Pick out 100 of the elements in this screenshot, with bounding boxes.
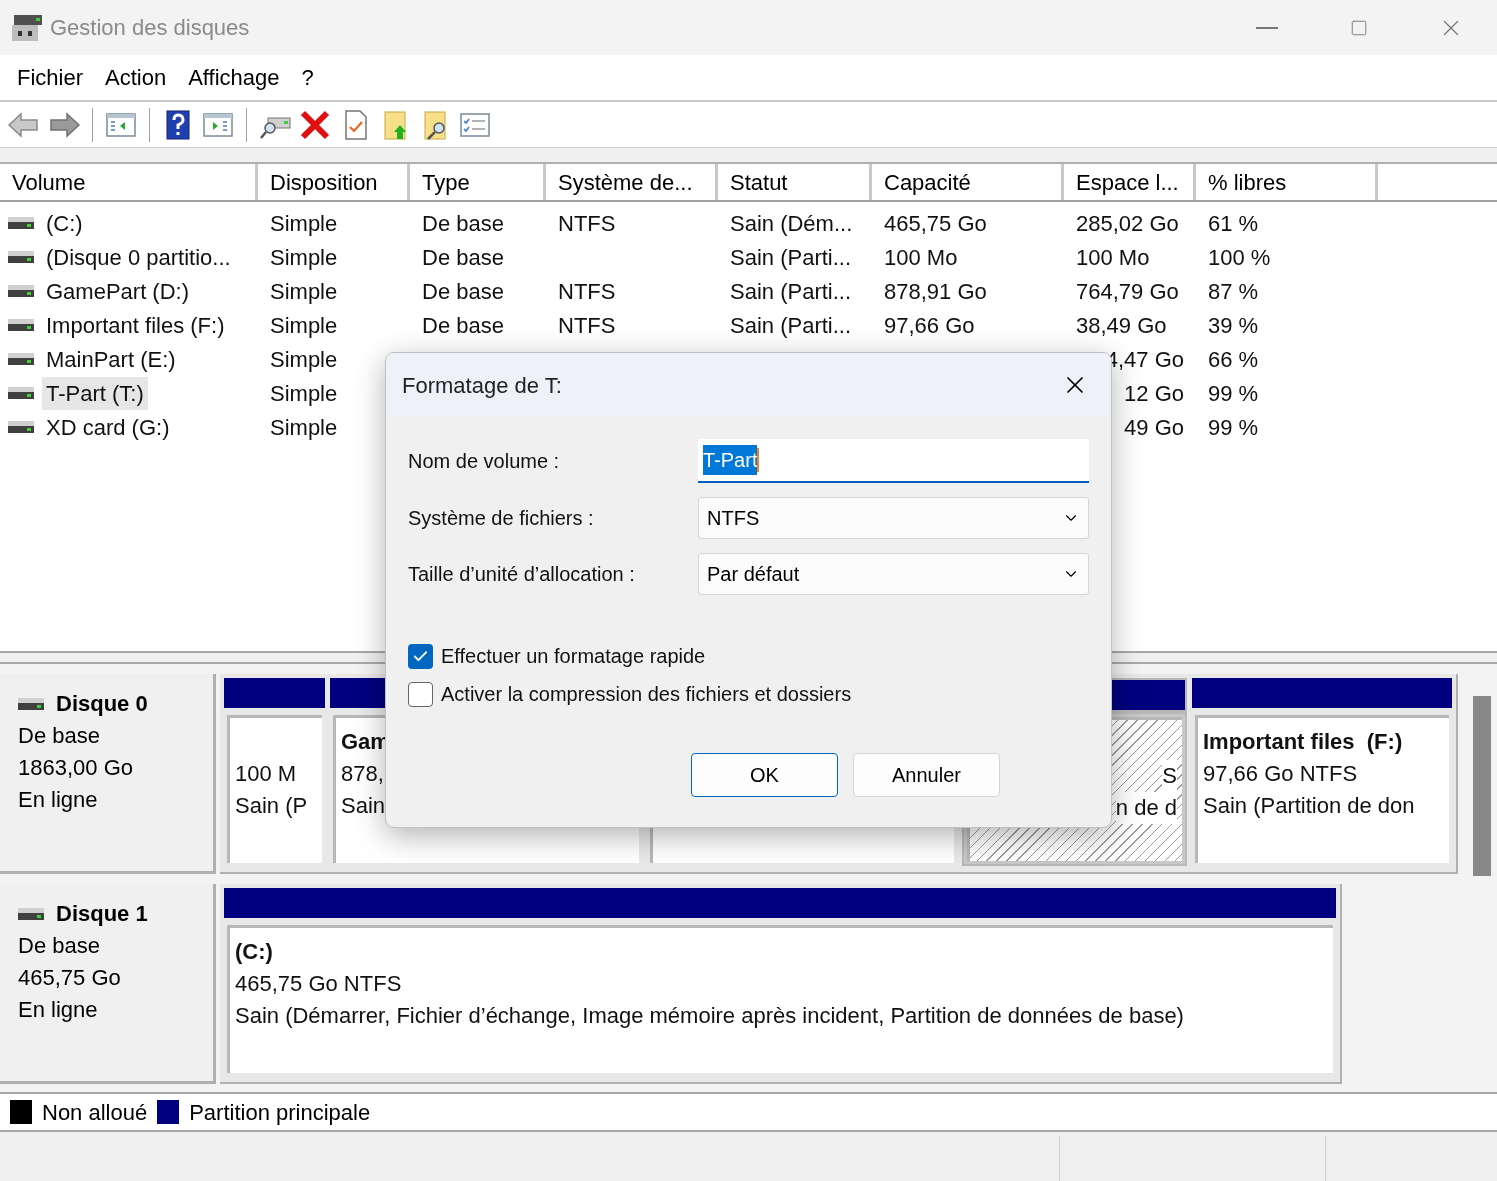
table-cell-text: 97,66 Go <box>884 311 975 340</box>
partition-detail: n de d <box>1115 792 1177 824</box>
drive-icon <box>8 251 34 263</box>
app-icon <box>10 12 44 43</box>
column-header[interactable]: Système de... <box>546 164 718 200</box>
table-cell-text: 100 Mo <box>1076 243 1150 272</box>
table-cell-text: 100 % <box>1208 243 1271 272</box>
table-cell-text: 61 % <box>1208 209 1259 238</box>
partition-detail: Sain (P <box>235 792 309 820</box>
table-cell-text: 39 % <box>1208 311 1259 340</box>
column-header[interactable]: Volume <box>0 164 258 200</box>
table-cell-text: 764,79 Go <box>1076 277 1179 306</box>
checkbox[interactable] <box>408 681 433 707</box>
partition-detail: Sain <box>341 792 387 820</box>
table-cell-text: 38,49 Go <box>1076 311 1167 340</box>
table-cell-text: 87 % <box>1208 277 1259 306</box>
table-cell-text: 465,75 Go <box>884 209 987 238</box>
table-cell-text: Simple <box>270 277 338 306</box>
disk-icon <box>18 908 44 920</box>
partition-title: Important files (F:) <box>1203 729 1403 754</box>
partition-detail: 97,66 Go NTFS <box>1203 760 1359 788</box>
partition-detail: 878, <box>341 760 385 788</box>
checkbox-label: Effectuer un formatage rapide <box>441 644 706 669</box>
drive-icon <box>8 217 34 229</box>
dropdown[interactable]: NTFS <box>698 497 1089 539</box>
drive-icon <box>8 285 34 297</box>
column-header[interactable]: Capacité <box>872 164 1064 200</box>
disk-detail: 1863,00 Go <box>18 754 134 782</box>
partition-detail: 465,75 Go NTFS <box>235 970 403 998</box>
table-cell-text: 100 Mo <box>884 243 958 272</box>
partition-detail: Sain (Partition de don <box>1203 792 1416 820</box>
field-label: Système de fichiers : <box>408 506 595 531</box>
column-header[interactable]: Espace l... <box>1064 164 1196 200</box>
table-cell[interactable]: (C:) <box>42 206 87 240</box>
legend-label: Non alloué <box>42 1098 148 1127</box>
checkbox-label: Activer la compression des fichiers et dossiers <box>441 682 852 707</box>
table-cell-text: Simple <box>270 209 338 238</box>
disk-detail: 465,75 Go <box>18 964 122 992</box>
table-cell-text: NTFS <box>558 311 616 340</box>
table-cell-text: Sain (Dém... <box>730 209 853 238</box>
table-cell[interactable]: MainPart (E:) <box>42 342 180 376</box>
disk-info-panel[interactable]: Disque 1 De base 465,75 Go En ligne <box>0 884 216 1084</box>
field-label: Taille d’unité d’allocation : <box>408 562 636 587</box>
table-cell-text: 12 Go <box>1124 379 1184 408</box>
table-cell-text: 285,02 Go <box>1076 209 1179 238</box>
table-cell[interactable]: T-Part (T:) <box>42 376 148 410</box>
disk-icon <box>18 698 44 710</box>
minimize-icon <box>1256 26 1278 29</box>
table-cell-text: 99 % <box>1208 413 1259 442</box>
partition-title: (C:) <box>235 939 273 964</box>
disk-detail: De base <box>18 932 101 960</box>
column-header[interactable]: % libres <box>1196 164 1378 200</box>
column-header[interactable]: Disposition <box>258 164 410 200</box>
dialog-title: Formatage de T: <box>402 371 562 400</box>
table-cell-text: NTFS <box>558 209 616 238</box>
table-cell-text: De base <box>422 277 504 306</box>
table-cell-text: 49 Go <box>1124 413 1184 442</box>
table-cell-text: Sain (Parti... <box>730 277 852 306</box>
window-title: Gestion des disques <box>50 14 250 42</box>
legend-label: Partition principale <box>189 1098 371 1127</box>
scrollbar[interactable] <box>1473 696 1491 876</box>
table-cell-text: 66 % <box>1208 345 1259 374</box>
table-cell-text: De base <box>422 311 504 340</box>
menu-item[interactable]: Fichier <box>6 61 94 94</box>
menu-item[interactable]: Action <box>94 61 178 94</box>
field-label: Nom de volume : <box>408 449 561 474</box>
ok-button[interactable]: OK <box>691 753 838 797</box>
volume-name-field[interactable]: T-Part <box>698 439 1089 483</box>
disk-info-panel[interactable]: Disque 0 De base 1863,00 Go En ligne <box>0 674 216 874</box>
table-cell[interactable]: Important files (F:) <box>42 308 229 342</box>
cancel-button[interactable]: Annuler <box>853 753 1000 797</box>
drive-icon <box>8 319 34 331</box>
disk-detail: De base <box>18 722 101 750</box>
table-cell-text: Simple <box>270 379 338 408</box>
table-cell-text: NTFS <box>558 277 616 306</box>
menu-item[interactable]: ? <box>290 61 325 94</box>
table-cell-text: 99 % <box>1208 379 1259 408</box>
dropdown[interactable]: Par défaut <box>698 553 1089 595</box>
table-cell-text: Sain (Parti... <box>730 311 852 340</box>
disk-detail: En ligne <box>18 786 99 814</box>
drive-icon <box>8 387 34 399</box>
column-header[interactable]: Type <box>410 164 546 200</box>
table-cell-text: Simple <box>270 243 338 272</box>
disk-name: Disque 1 <box>56 900 148 928</box>
partition-detail: 100 M <box>235 760 298 788</box>
table-cell[interactable]: GamePart (D:) <box>42 274 194 308</box>
table-cell-text: Simple <box>270 413 338 442</box>
table-cell-text: Simple <box>270 345 338 374</box>
table-cell[interactable]: XD card (G:) <box>42 410 174 444</box>
maximize-icon <box>1350 18 1368 37</box>
column-header[interactable]: Statut <box>718 164 872 200</box>
menu-item[interactable]: Affichage <box>177 61 291 94</box>
table-cell-text: De base <box>422 243 504 272</box>
table-cell[interactable]: (Disque 0 partitio... <box>42 240 235 274</box>
disk-name: Disque 0 <box>56 690 148 718</box>
table-cell-text: 878,91 Go <box>884 277 987 306</box>
checkbox[interactable] <box>408 643 433 669</box>
table-cell-text: Sain (Parti... <box>730 243 852 272</box>
partition-detail: Sain (Démarrer, Fichier d’échange, Image mémoire après incident, Partition de données de base) <box>235 1002 1185 1030</box>
partition-detail: S <box>1162 760 1177 792</box>
